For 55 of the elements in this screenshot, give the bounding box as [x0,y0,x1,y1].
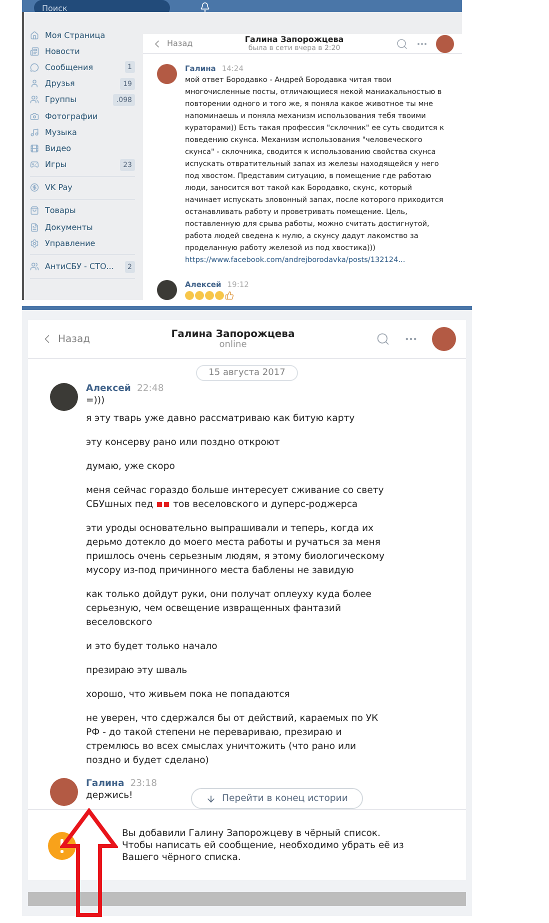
sidebar-item[interactable]: Управление [30,235,136,252]
search-field[interactable]: Поиск [34,0,170,12]
sidebar-icon [30,46,39,56]
back-button[interactable]: Назад [40,332,90,346]
contact-status: online [219,340,247,350]
author-name[interactable]: Алексей [86,383,131,394]
sidebar-item[interactable]: Новости [30,43,136,60]
contact-name: Галина Запорожцева [171,328,295,340]
sidebar-item[interactable]: Документы [30,219,136,236]
thumbs-up-icon [225,291,234,300]
sidebar-icon [30,238,39,248]
sidebar-item[interactable]: Музыка [30,124,136,140]
sidebar-item[interactable]: VK Pay [30,180,136,196]
message-text: как только дойдут руки, они получат оплеуху куда более серьезную, чем освещение извращенных фантазий веселовского [86,588,373,630]
author-name[interactable]: Галина [86,778,124,789]
message-text: эти уроды основательно выпрашивали и теперь, когда их дерьмо дотекло до моего места работы и ручаться за меня пришлось очень серьезным людям, я этому биологическому мусору из-под причинного места баблены не завидую [86,522,386,578]
message-time: 23:18 [130,778,158,789]
message-text: я эту тварь уже давно рассматриваю как битую карту [86,412,356,426]
message-text: меня сейчас гораздо больше интересует сживание со свету СБУшных пед тов веселовского и дуперс-роджерса [86,484,385,512]
message-text: =))) [86,394,106,408]
sidebar-icon [30,128,39,137]
search-icon[interactable] [396,38,408,50]
sidebar-item[interactable]: Фотографии [30,108,136,124]
arrow-down-icon [206,794,216,804]
sidebar-item[interactable]: Товары [30,202,136,220]
message-text: держись! [86,789,134,803]
sidebar-icon [30,112,39,121]
date-pill: 15 августа 2017 [196,365,298,381]
avatar [432,327,456,351]
search-icon[interactable] [376,332,390,346]
sidebar-icon [30,160,39,170]
sidebar-icon [30,206,39,216]
contact-name: Галина Запорожцева [244,35,344,44]
message-text: хорошо, что живьем пока не попадаются [86,688,291,702]
back-button[interactable]: Назад [151,38,193,50]
message-time: 22:48 [136,383,164,394]
sidebar-item[interactable]: Моя Страница [30,27,136,44]
message-text: и это будет только начало [86,640,218,654]
message-text: думаю, уже скоро [86,460,176,474]
blacklist-notice: Вы добавили Галину Запорожцеву в чёрный список. Чтобы написать ей сообщение, необходимо убрать её из Вашего чёрного списка. [122,828,405,864]
avatar [436,34,454,52]
sidebar-icon [30,95,39,104]
sidebar-icon [30,144,39,153]
sidebar-item[interactable]: Видео [30,140,136,156]
message-text: не уверен, что сдержался бы от действий, караемых по УК РФ - до такой степени не перевариваю, презираю и стремлюсь во всех смыслах уничтожить (что рано или поздно и будет сделано) [86,712,380,768]
jump-to-end-button[interactable]: Перейти в конец истории [191,788,363,809]
sidebar-icon [30,62,39,72]
sidebar-icon [30,79,39,88]
sidebar-icon [30,262,39,272]
bell-icon[interactable] [200,2,210,12]
message-text: эту консерву рано или поздно откроют [86,436,281,450]
sidebar-icon [30,222,39,232]
sidebar-icon [30,30,39,40]
sidebar-icon [30,183,39,192]
message-text: презираю эту шваль [86,664,188,678]
